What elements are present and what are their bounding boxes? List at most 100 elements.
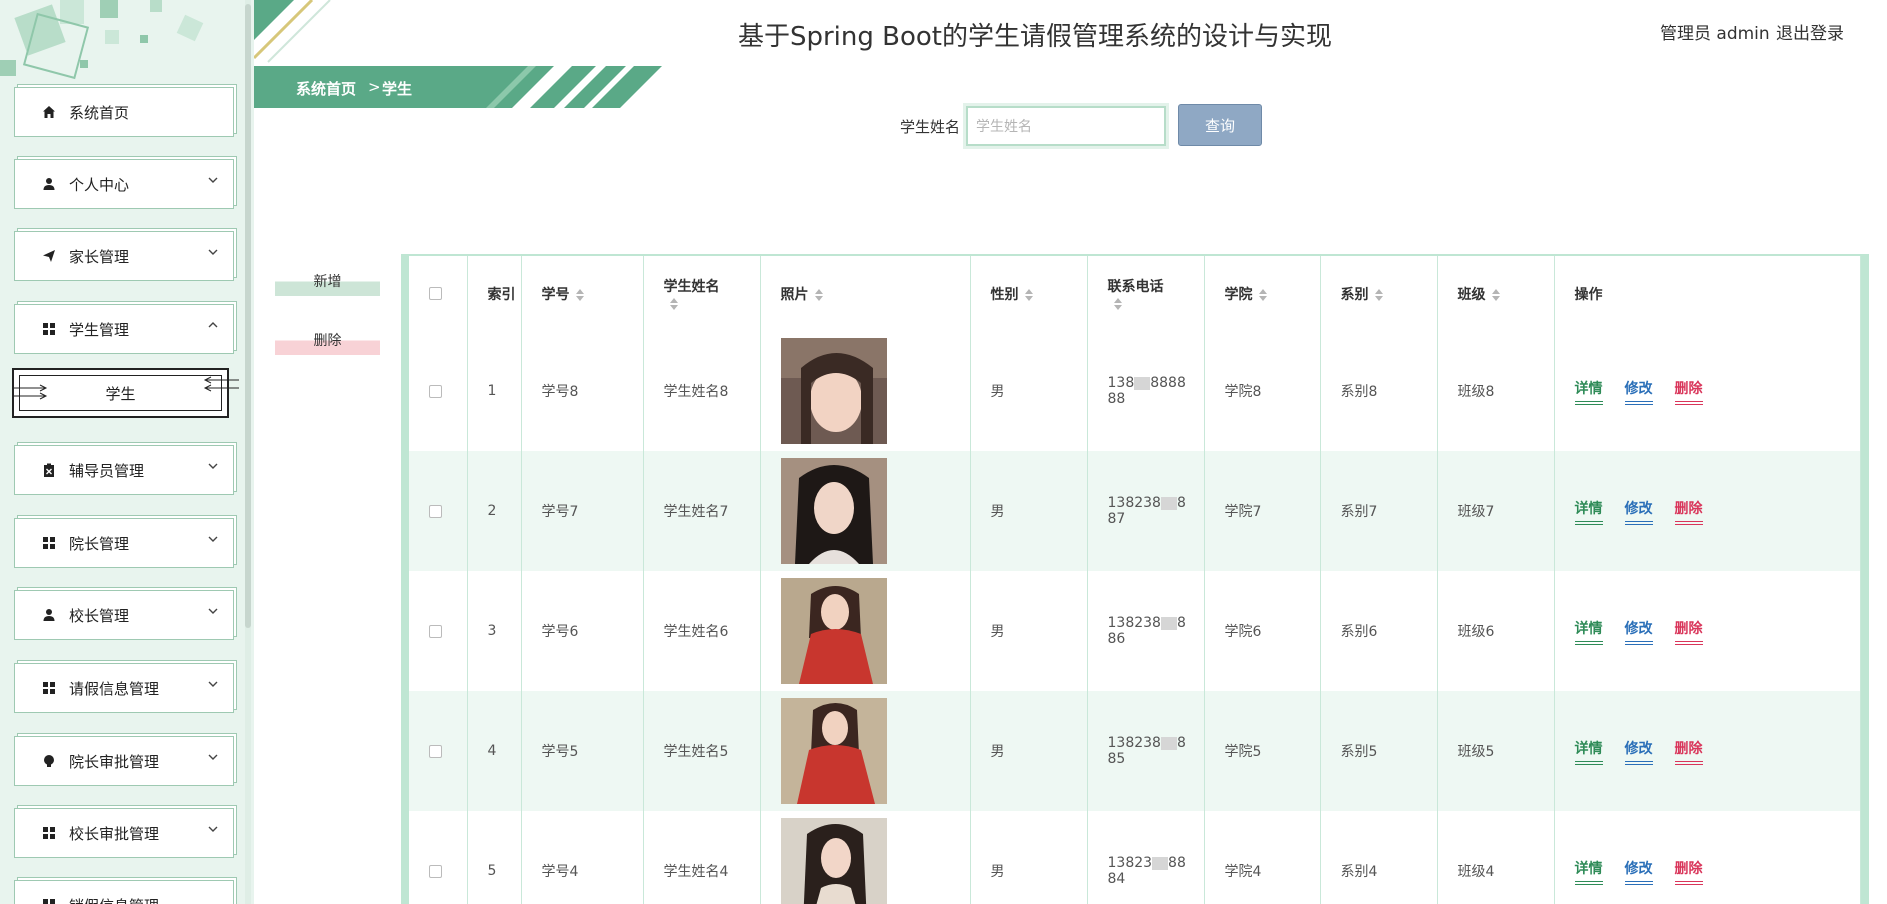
sidebar-item-student-management[interactable]: 学生管理 bbox=[14, 304, 234, 354]
chevron-up-icon bbox=[208, 322, 218, 328]
grid-icon bbox=[41, 535, 57, 551]
sidebar-item-counselor-management[interactable]: 辅导员管理 bbox=[14, 445, 234, 495]
edit-button[interactable]: 修改 bbox=[1624, 498, 1653, 525]
sort-icon[interactable] bbox=[669, 297, 678, 310]
cell-index: 5 bbox=[467, 811, 522, 904]
home-icon bbox=[41, 104, 57, 120]
edit-button[interactable]: 修改 bbox=[1624, 858, 1653, 885]
sidebar-item-return-management[interactable]: 销假信息管理 bbox=[14, 880, 234, 904]
phone-part: 85 bbox=[1107, 751, 1126, 767]
edit-button[interactable]: 修改 bbox=[1624, 378, 1653, 405]
batch-delete-button[interactable]: 删除 bbox=[275, 323, 380, 355]
cell-index: 1 bbox=[467, 331, 522, 451]
sidebar-item-dean-approval[interactable]: 院长审批管理 bbox=[14, 736, 234, 786]
search-label: 学生姓名 bbox=[900, 118, 961, 136]
delete-button[interactable]: 删除 bbox=[1674, 378, 1703, 405]
header-gender[interactable]: 性别 bbox=[970, 256, 1088, 331]
grid-icon bbox=[41, 321, 57, 337]
sidebar-decoration bbox=[0, 0, 204, 80]
row-checkbox[interactable] bbox=[429, 744, 442, 758]
header-class[interactable]: 班级 bbox=[1437, 256, 1555, 331]
chevron-down-icon bbox=[208, 536, 218, 542]
sidebar-item-personal-center[interactable]: 个人中心 bbox=[14, 159, 234, 209]
header-photo[interactable]: 照片 bbox=[760, 256, 971, 331]
sidebar-scrollbar[interactable] bbox=[245, 4, 251, 628]
cell-operations: 详情 修改 删除 bbox=[1554, 451, 1861, 571]
delete-button[interactable]: 删除 bbox=[1674, 498, 1703, 525]
sort-icon[interactable] bbox=[1024, 288, 1033, 301]
cell-student-name: 学生姓名8 bbox=[643, 331, 761, 451]
sidebar-item-home[interactable]: 系统首页 bbox=[14, 87, 234, 137]
delete-button[interactable]: 删除 bbox=[1674, 618, 1703, 645]
header-label: 学院 bbox=[1224, 286, 1253, 303]
cell-phone: 138238 8 87 bbox=[1087, 451, 1205, 571]
sidebar-subitem-label: 学生 bbox=[105, 384, 136, 403]
grid-icon bbox=[41, 680, 57, 696]
header-student-name[interactable]: 学生姓名 bbox=[643, 256, 761, 331]
cell-index: 4 bbox=[467, 691, 522, 811]
sidebar-subitem-student[interactable]: 学生 bbox=[12, 368, 239, 418]
sort-icon[interactable] bbox=[1374, 288, 1383, 301]
header-department[interactable]: 系别 bbox=[1320, 256, 1438, 331]
row-checkbox[interactable] bbox=[429, 384, 442, 398]
masked-digits bbox=[1152, 856, 1169, 870]
cell-college: 学院7 bbox=[1204, 451, 1321, 571]
detail-button[interactable]: 详情 bbox=[1574, 378, 1603, 405]
delete-button[interactable]: 删除 bbox=[1674, 738, 1703, 765]
detail-button[interactable]: 详情 bbox=[1574, 738, 1603, 765]
cell-student-id: 学号6 bbox=[521, 571, 644, 691]
sidebar-item-principal-management[interactable]: 校长管理 bbox=[14, 590, 234, 640]
header-student-id[interactable]: 学号 bbox=[521, 256, 644, 331]
edit-button[interactable]: 修改 bbox=[1624, 618, 1653, 645]
sidebar: 系统首页 个人中心 家长管理 学生管理 学生 辅导员管理 院长管理 校长管理 请… bbox=[0, 0, 254, 904]
search-button[interactable]: 查询 bbox=[1178, 104, 1262, 146]
detail-button[interactable]: 详情 bbox=[1574, 498, 1603, 525]
cell-phone: 138238 8 86 bbox=[1087, 571, 1205, 691]
sidebar-item-label: 校长管理 bbox=[69, 606, 130, 625]
phone-part: 138238 bbox=[1107, 615, 1161, 631]
sort-icon[interactable] bbox=[814, 288, 823, 301]
cell-phone: 138 8888 88 bbox=[1087, 331, 1205, 451]
student-photo bbox=[780, 818, 887, 904]
sort-icon[interactable] bbox=[1113, 297, 1122, 310]
phone-part: 138238 bbox=[1107, 735, 1161, 751]
edit-button[interactable]: 修改 bbox=[1624, 738, 1653, 765]
logout-link[interactable]: 退出登录 bbox=[1776, 19, 1844, 44]
sidebar-item-parent-management[interactable]: 家长管理 bbox=[14, 231, 234, 281]
row-checkbox[interactable] bbox=[429, 864, 442, 878]
detail-button[interactable]: 详情 bbox=[1574, 618, 1603, 645]
search-input[interactable] bbox=[963, 103, 1169, 149]
header-college[interactable]: 学院 bbox=[1204, 256, 1321, 331]
cell-student-id: 学号4 bbox=[521, 811, 644, 904]
sidebar-item-leave-management[interactable]: 请假信息管理 bbox=[14, 663, 234, 713]
phone-part: 88 bbox=[1168, 855, 1186, 871]
grid-icon bbox=[41, 825, 57, 841]
detail-button[interactable]: 详情 bbox=[1574, 858, 1603, 885]
sort-icon[interactable] bbox=[1258, 288, 1267, 301]
cell-class: 班级4 bbox=[1437, 811, 1555, 904]
sort-icon[interactable] bbox=[1491, 288, 1500, 301]
cell-department: 系别7 bbox=[1320, 451, 1438, 571]
student-photo bbox=[780, 578, 887, 684]
cell-operations: 详情 修改 删除 bbox=[1554, 811, 1861, 904]
sidebar-item-label: 院长管理 bbox=[69, 534, 130, 553]
cell-department: 系别6 bbox=[1320, 571, 1438, 691]
row-checkbox[interactable] bbox=[429, 624, 442, 638]
sort-icon[interactable] bbox=[575, 288, 584, 301]
row-checkbox[interactable] bbox=[429, 504, 442, 518]
header-phone[interactable]: 联系电话 bbox=[1087, 256, 1205, 331]
breadcrumb-home[interactable]: 系统首页 bbox=[296, 78, 356, 99]
header-select-all[interactable] bbox=[409, 256, 468, 331]
cell-gender: 男 bbox=[970, 451, 1088, 571]
header-index: 索引 bbox=[467, 256, 522, 331]
select-all-checkbox[interactable] bbox=[429, 287, 442, 300]
add-button[interactable]: 新增 bbox=[275, 264, 380, 296]
student-photo bbox=[780, 698, 887, 804]
phone-part: 8 bbox=[1176, 615, 1186, 631]
delete-button[interactable]: 删除 bbox=[1674, 858, 1703, 885]
chevron-down-icon bbox=[208, 681, 218, 687]
table-row: 4 学号5 学生姓名5 男 138238 8 85 学院5 系别5 班级5 详情 修改… bbox=[409, 691, 1861, 811]
sidebar-item-principal-approval[interactable]: 校长审批管理 bbox=[14, 808, 234, 858]
arrows-icon bbox=[12, 384, 48, 400]
sidebar-item-dean-management[interactable]: 院长管理 bbox=[14, 518, 234, 568]
